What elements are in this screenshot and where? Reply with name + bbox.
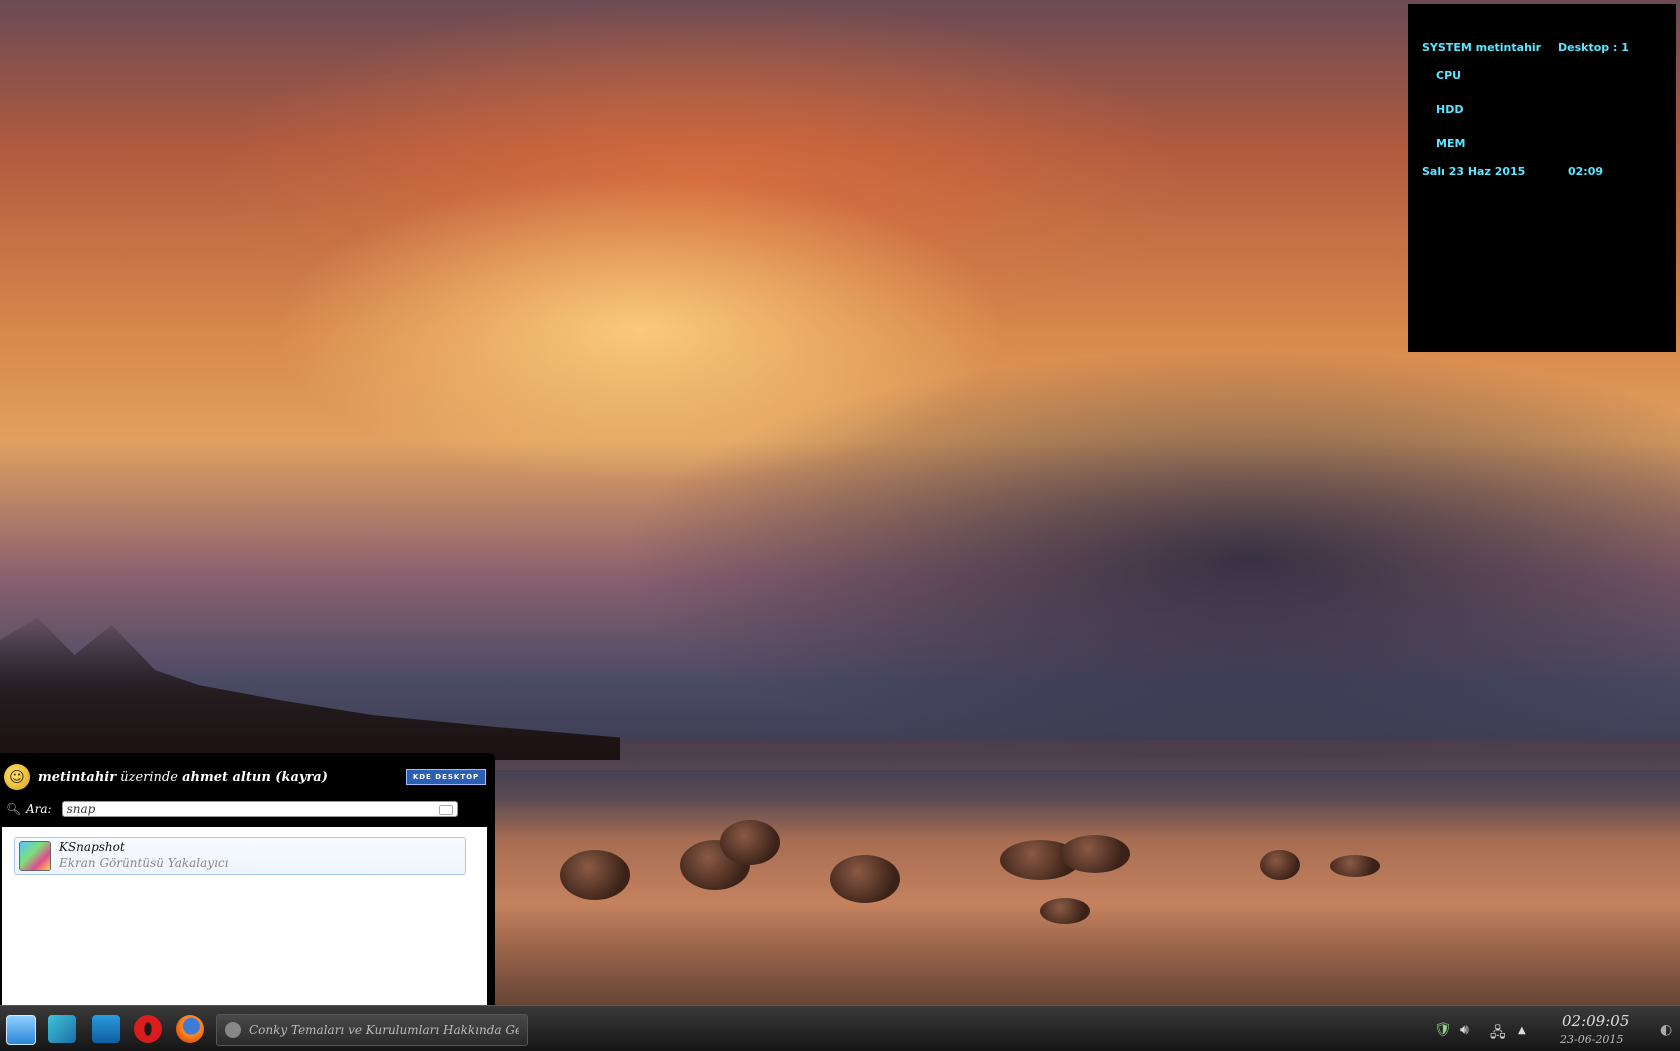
user-avatar-icon: ☺ [4,764,30,790]
conky-system-label: SYSTEM metintahir [1422,41,1542,54]
result-subtitle: Ekran Görüntüsü Yakalayıcı [59,856,229,870]
desktop-icon[interactable] [48,1015,76,1043]
conky-cpu-label: CPU [1436,69,1462,82]
show-desktop-icon[interactable] [92,1015,120,1043]
wallpaper-rock [1060,835,1130,873]
kde-menu-icon[interactable] [6,1015,36,1045]
conky-desktop-label: Desktop : 1 [1558,41,1629,54]
panel-toolbox-icon[interactable]: ◐ [1660,1022,1672,1038]
wallpaper-rock [560,850,630,900]
conky-date: Salı 23 Haz 2015 [1422,165,1526,178]
task-window-icon [225,1022,241,1038]
application-launcher: ☺ metintahir üzerinde ahmet altun (kayra… [0,753,495,1005]
search-row: 🔍︎ Ara: snap [6,801,458,817]
conky-mem-label: MEM [1436,137,1466,150]
conky-hdd-label: HDD [1436,103,1464,116]
launcher-user-line: metintahir üzerinde ahmet altun (kayra) [38,770,328,785]
wallpaper-rock [1330,855,1380,877]
search-input-value: snap [66,802,96,816]
conky-time: 02:09 [1568,165,1604,178]
search-results: KSnapshot Ekran Görüntüsü Yakalayıcı [2,827,487,1005]
firefox-icon[interactable] [176,1015,204,1043]
clock-date[interactable]: 23-06-2015 [1560,1033,1623,1046]
host-name: metintahir [38,769,117,785]
user-name: ahmet altun (kayra) [182,769,328,785]
clear-search-icon[interactable] [438,805,453,815]
wallpaper-rock [1260,850,1300,880]
search-input[interactable]: snap [61,801,458,817]
task-button-conky-article[interactable]: Conky Temaları ve Kurulumları Hakkında G… [216,1014,528,1046]
network-icon[interactable]: 🖧︎ [1490,1022,1506,1046]
volume-icon[interactable]: 🔊︎ [1460,1022,1469,1038]
wallpaper-rock [830,855,900,903]
kde-desktop-badge: KDE DESKTOP [406,769,486,785]
launcher-header: ☺ metintahir üzerinde ahmet altun (kayra… [4,763,328,791]
security-shield-icon[interactable]: 🛡︎ [1434,1022,1452,1038]
tray-expand-icon[interactable]: ▲ [1518,1025,1526,1036]
conky-widget: SYSTEM metintahir Desktop : 1 CPU HDD ME… [1408,4,1676,352]
clock-time[interactable]: 02:09:05 [1562,1012,1629,1030]
result-item-ksnapshot[interactable]: KSnapshot Ekran Görüntüsü Yakalayıcı [14,837,466,875]
opera-icon[interactable] [134,1015,162,1043]
on-word: üzerinde [120,769,178,785]
task-button-label: Conky Temaları ve Kurulumları Hakkında G… [249,1023,519,1037]
result-title: KSnapshot [59,840,125,854]
taskbar: Conky Temaları ve Kurulumları Hakkında G… [0,1005,1680,1051]
search-label: Ara: [26,802,52,816]
search-icon: 🔍︎ [6,802,22,816]
wallpaper-rock [1040,898,1090,924]
ksnapshot-icon [19,841,51,871]
wallpaper-rock [720,820,780,865]
